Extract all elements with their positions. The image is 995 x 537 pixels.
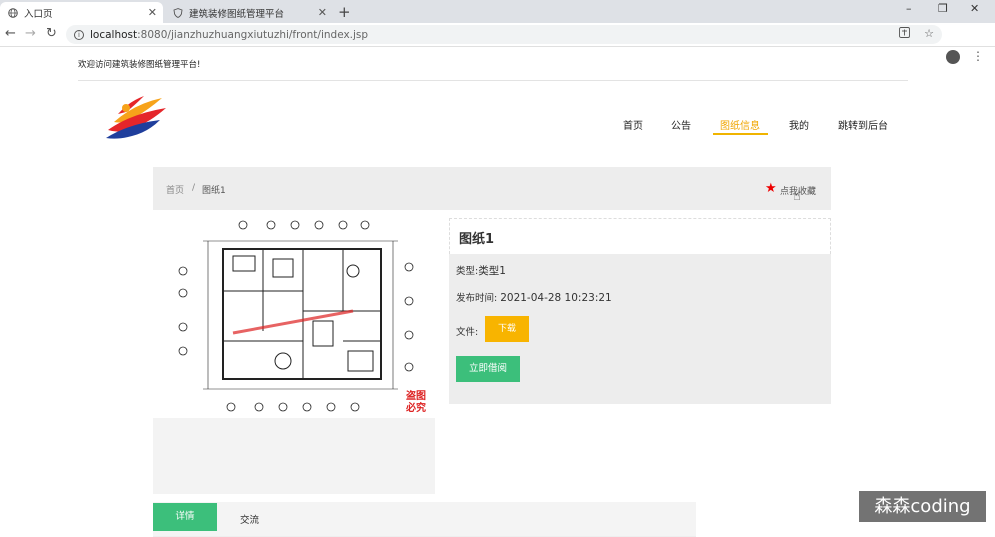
back-arrow-icon[interactable]: ←	[5, 26, 16, 41]
browser-tab-label: 建筑装修图纸管理平台	[189, 8, 285, 20]
new-tab-button[interactable]: +	[338, 3, 351, 21]
kebab-menu-icon[interactable]: ⋮	[972, 49, 984, 63]
breadcrumb-current: 图纸1	[202, 186, 226, 196]
browser-tab-label: 入口页	[24, 8, 53, 20]
type-row: 类型:类型1	[456, 265, 506, 277]
browser-tab-platform[interactable]: 建筑装修图纸管理平台 ✕	[165, 2, 333, 23]
borrow-button[interactable]: 立即借阅	[456, 356, 520, 382]
drawing-image: 盗图必究	[153, 211, 435, 418]
url-text: localhost:8080/jianzhuzhuangxiutuzhi/fro…	[90, 28, 369, 41]
close-window-button[interactable]: ✕	[970, 2, 979, 15]
title-box	[449, 218, 831, 254]
nav-announcement[interactable]: 公告	[671, 117, 691, 132]
nav-mine[interactable]: 我的	[789, 117, 809, 132]
shield-icon	[173, 7, 183, 18]
translate-icon[interactable]	[899, 27, 910, 41]
welcome-text: 欢迎访问建筑装修图纸管理平台!	[78, 60, 201, 70]
copyright-stamp: 盗图必究	[406, 391, 426, 414]
forward-arrow-icon[interactable]: →	[25, 26, 36, 41]
star-icon[interactable]: ★	[765, 181, 777, 196]
site-logo[interactable]	[104, 92, 170, 144]
nav-drawing-info[interactable]: 图纸信息	[720, 117, 760, 132]
bookmark-star-icon[interactable]: ☆	[924, 27, 934, 40]
close-icon[interactable]: ✕	[148, 6, 157, 19]
browser-tab-entry[interactable]: 入口页 ✕	[0, 2, 163, 23]
info-icon[interactable]: i	[74, 29, 84, 40]
close-icon[interactable]: ✕	[318, 6, 327, 19]
download-button[interactable]: 下载	[485, 316, 529, 342]
restore-button[interactable]: ❐	[938, 2, 948, 15]
breadcrumb-home[interactable]: 首页	[166, 183, 184, 196]
detail-tabs	[153, 502, 696, 537]
reload-icon[interactable]: ↻	[46, 26, 57, 41]
breadcrumb	[153, 167, 831, 210]
nav-active-indicator	[713, 133, 768, 135]
address-bar[interactable]: i localhost:8080/jianzhuzhuangxiutuzhi/f…	[66, 25, 942, 44]
profile-avatar-icon[interactable]	[946, 50, 960, 64]
hand-cursor-icon: ☝	[793, 189, 801, 204]
tab-detail[interactable]: 详情	[153, 503, 217, 531]
nav-admin[interactable]: 跳转到后台	[838, 117, 888, 132]
video-watermark: 森森coding	[859, 491, 986, 522]
globe-icon	[8, 7, 18, 18]
drawing-title: 图纸1	[459, 232, 495, 247]
image-caption-area	[153, 418, 435, 494]
time-row: 发布时间: 2021-04-28 10:23:21	[456, 292, 612, 304]
breadcrumb-separator: /	[192, 183, 196, 193]
nav-home[interactable]: 首页	[623, 117, 643, 132]
browser-tab-strip: 入口页 ✕ 建筑装修图纸管理平台 ✕ + – ❐ ✕	[0, 0, 995, 23]
tab-discussion[interactable]: 交流	[240, 512, 259, 526]
browser-toolbar: ← → ↻ i localhost:8080/jianzhuzhuangxiut…	[0, 23, 995, 64]
file-label: 文件:	[456, 327, 479, 338]
minimize-button[interactable]: –	[906, 2, 912, 15]
header-divider	[78, 80, 908, 81]
